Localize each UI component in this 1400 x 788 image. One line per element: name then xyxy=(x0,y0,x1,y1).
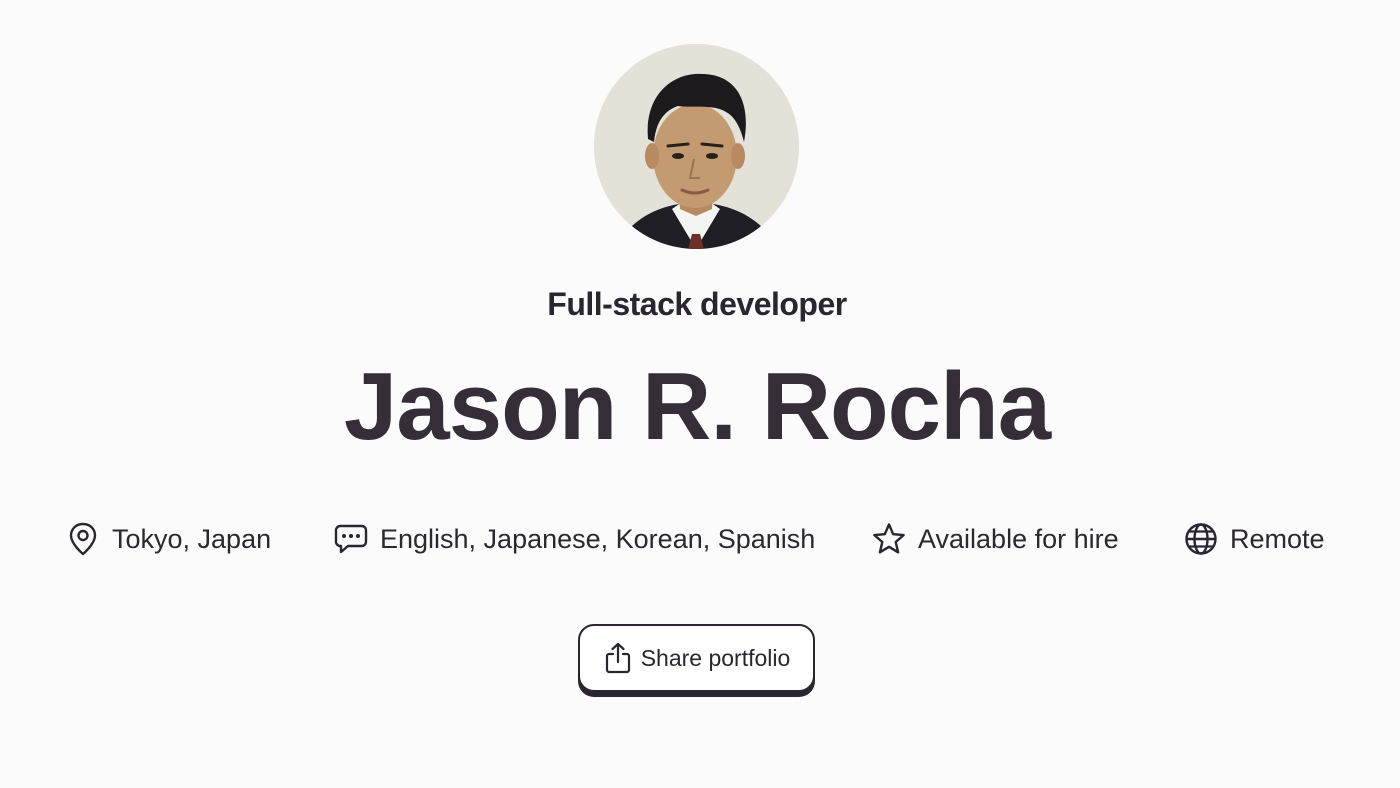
share-icon xyxy=(603,641,633,675)
detail-availability: Available for hire xyxy=(872,520,1119,558)
share-portfolio-button[interactable]: Share portfolio xyxy=(578,624,815,692)
avatar-photo xyxy=(594,44,799,249)
share-portfolio-label: Share portfolio xyxy=(640,644,791,671)
job-title: Full-stack developer xyxy=(547,286,847,322)
detail-work-mode: Remote xyxy=(1184,520,1325,558)
detail-location-label: Tokyo, Japan xyxy=(112,523,272,554)
detail-location: Tokyo, Japan xyxy=(66,520,271,558)
person-name: Jason R. Rocha xyxy=(343,353,1051,460)
map-pin-icon xyxy=(66,522,100,556)
star-icon xyxy=(872,522,906,556)
share-portfolio-wrapper: Share portfolio xyxy=(578,624,815,697)
portfolio-hero: Full-stack developer Jason R. Rocha Toky… xyxy=(0,0,1400,788)
globe-icon xyxy=(1184,522,1218,556)
avatar xyxy=(594,44,799,249)
detail-work-mode-label: Remote xyxy=(1230,523,1325,554)
detail-languages-label: English, Japanese, Korean, Spanish xyxy=(380,523,816,554)
detail-availability-label: Available for hire xyxy=(918,523,1119,554)
chat-bubble-icon xyxy=(334,522,368,556)
detail-languages: English, Japanese, Korean, Spanish xyxy=(334,520,815,558)
